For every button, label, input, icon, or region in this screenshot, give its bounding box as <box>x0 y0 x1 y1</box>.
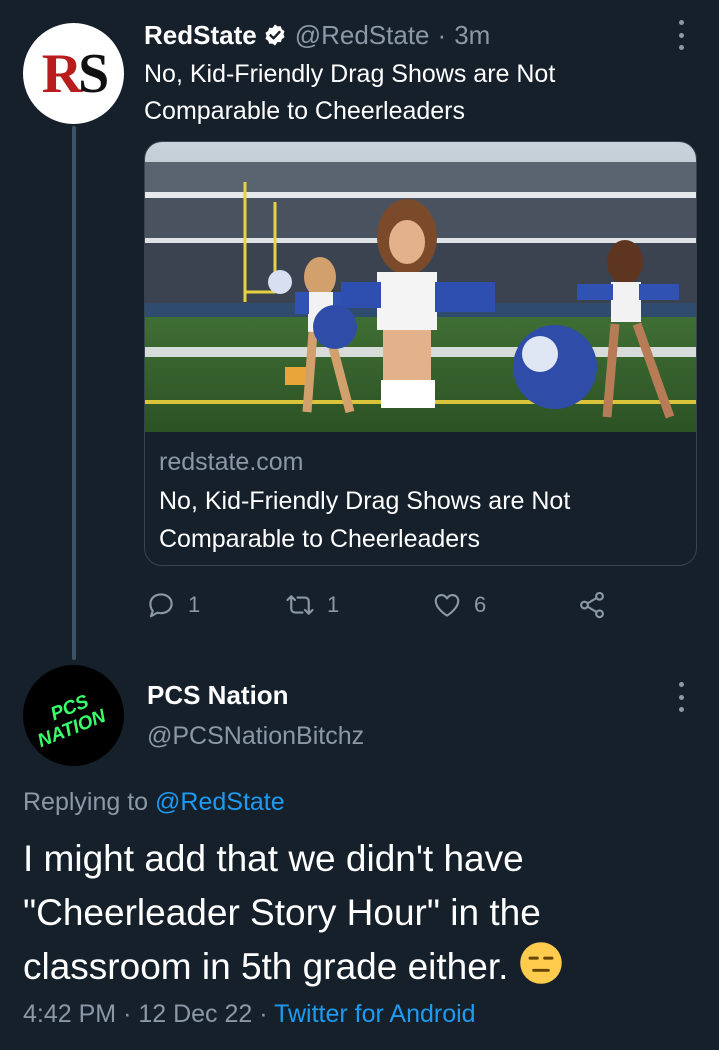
tweet1-text: No, Kid-Friendly Drag Shows are Not Comp… <box>144 60 556 125</box>
link-card[interactable]: redstate.com No, Kid-Friendly Drag Shows… <box>144 141 697 566</box>
share-icon <box>580 591 604 619</box>
retweet-button[interactable]: 1 <box>285 590 339 620</box>
like-icon <box>434 593 460 617</box>
tweet2-text-body: I might add that we didn't have "Cheerle… <box>23 838 541 987</box>
tweet1-author-name[interactable]: RedState <box>144 20 257 51</box>
tweet1-separator: · <box>437 19 447 50</box>
tweet2-date[interactable]: 12 Dec 22 <box>138 1000 252 1028</box>
meta-separator: · <box>259 1000 268 1028</box>
reply-icon <box>149 593 173 618</box>
redstate-avatar[interactable]: RS <box>23 23 124 124</box>
reply-count: 1 <box>188 592 201 617</box>
more-icon[interactable] <box>676 20 686 50</box>
tweet1-timestamp[interactable]: 3m <box>454 20 490 51</box>
tweet2-author-handle[interactable]: @PCSNationBitchz <box>147 722 364 751</box>
card-domain: redstate.com <box>159 448 304 476</box>
share-button[interactable] <box>577 590 607 620</box>
tweet2-time[interactable]: 4:42 PM <box>23 1000 116 1028</box>
card-title: No, Kid-Friendly Drag Shows are Not Comp… <box>159 487 571 553</box>
retweet-icon <box>286 595 314 615</box>
tweet2-text: I might add that we didn't have "Cheerle… <box>23 832 703 994</box>
more-icon[interactable] <box>676 682 686 712</box>
tweet1-author-handle[interactable]: @RedState <box>295 20 430 51</box>
avatar-letter-s: S <box>78 42 109 105</box>
replying-prefix: Replying to <box>23 788 149 816</box>
retweet-count: 1 <box>327 592 340 617</box>
verified-icon <box>265 24 285 46</box>
replying-to: Replying to @RedState <box>23 788 285 817</box>
like-count: 6 <box>474 592 487 617</box>
tweet2-author-name[interactable]: PCS Nation <box>147 680 289 711</box>
reply-button[interactable]: 1 <box>146 590 200 620</box>
card-image <box>145 142 696 432</box>
replying-to-handle[interactable]: @RedState <box>155 788 285 816</box>
meta-separator: · <box>123 1000 132 1028</box>
tweet2-meta: 4:42 PM · 12 Dec 22 · Twitter for Androi… <box>23 1000 476 1029</box>
thread-line <box>72 126 76 660</box>
pcs-nation-avatar[interactable]: PCS NATION <box>23 665 124 766</box>
avatar-letter-r: R <box>41 42 83 105</box>
expressionless-face-icon <box>519 942 562 984</box>
tweet2-source[interactable]: Twitter for Android <box>274 1000 475 1028</box>
pcs-logo: PCS NATION <box>35 691 110 752</box>
like-button[interactable]: 6 <box>432 590 486 620</box>
tweet1-header: RedState @RedState · 3m <box>144 17 490 53</box>
